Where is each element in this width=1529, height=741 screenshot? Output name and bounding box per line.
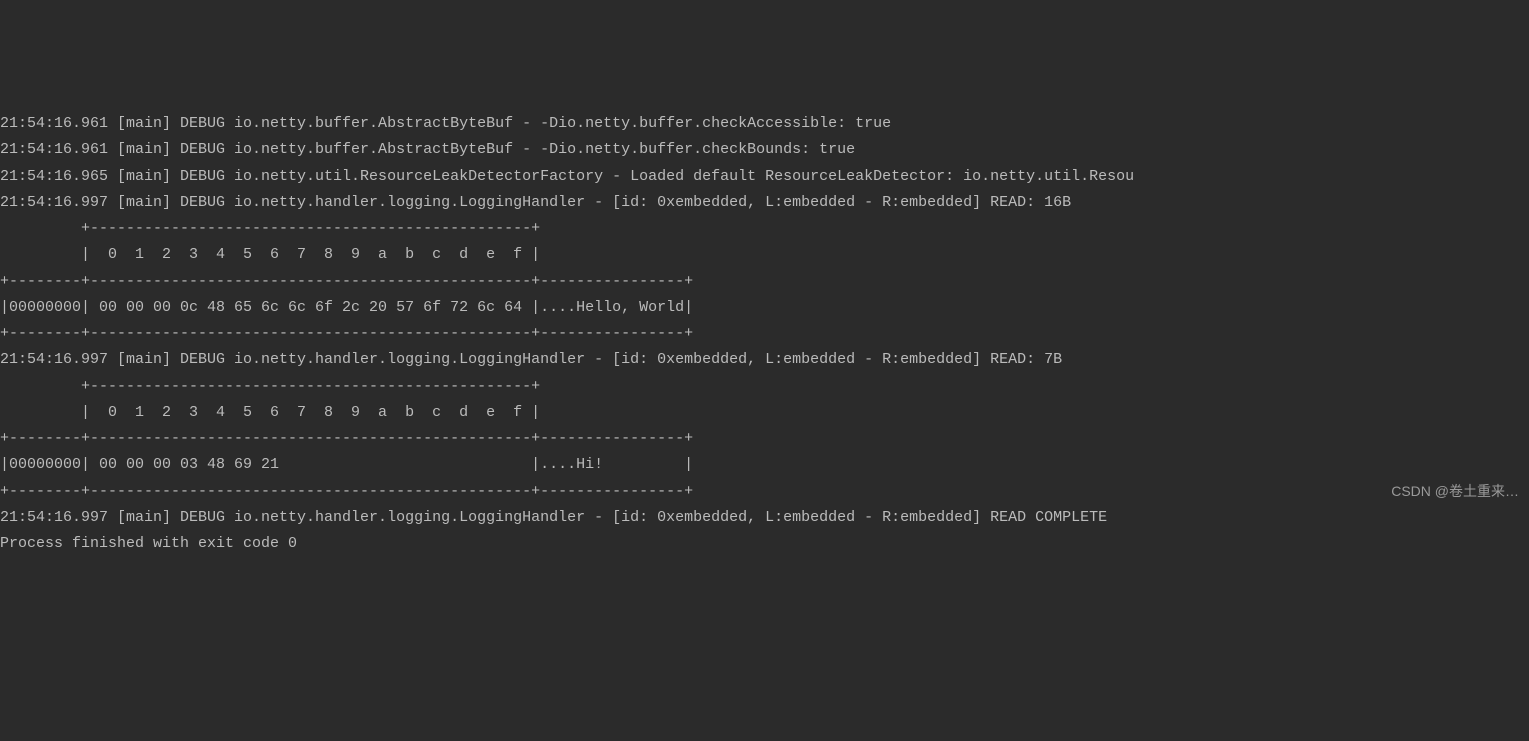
hexdump-header: | 0 1 2 3 4 5 6 7 8 9 a b c d e f |	[0, 400, 1529, 426]
watermark: CSDN @卷土重来…	[1391, 479, 1519, 504]
log-line: 21:54:16.997 [main] DEBUG io.netty.handl…	[0, 347, 1529, 373]
log-line: 21:54:16.961 [main] DEBUG io.netty.buffe…	[0, 137, 1529, 163]
hexdump-row: |00000000| 00 00 00 0c 48 65 6c 6c 6f 2c…	[0, 295, 1529, 321]
hexdump-border: +--------+------------------------------…	[0, 426, 1529, 452]
log-line: 21:54:16.965 [main] DEBUG io.netty.util.…	[0, 164, 1529, 190]
console-output: 21:54:16.961 [main] DEBUG io.netty.buffe…	[0, 111, 1529, 557]
log-line: 21:54:16.961 [main] DEBUG io.netty.buffe…	[0, 111, 1529, 137]
hexdump-header: | 0 1 2 3 4 5 6 7 8 9 a b c d e f |	[0, 242, 1529, 268]
hexdump-border: +---------------------------------------…	[0, 374, 1529, 400]
hexdump-border: +--------+------------------------------…	[0, 321, 1529, 347]
hexdump-border: +--------+------------------------------…	[0, 479, 1529, 505]
hexdump-border: +---------------------------------------…	[0, 216, 1529, 242]
exit-code-line: Process finished with exit code 0	[0, 531, 1529, 557]
hexdump-row: |00000000| 00 00 00 03 48 69 21 |....Hi!…	[0, 452, 1529, 478]
log-line: 21:54:16.997 [main] DEBUG io.netty.handl…	[0, 190, 1529, 216]
hexdump-border: +--------+------------------------------…	[0, 269, 1529, 295]
